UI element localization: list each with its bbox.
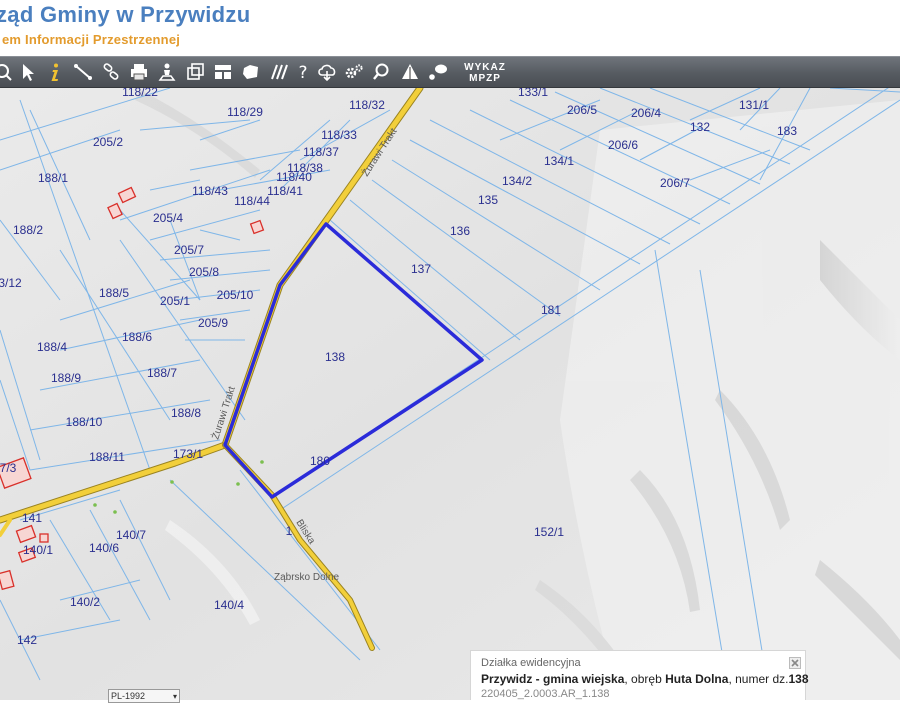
parcel-label: 140/1 — [23, 543, 53, 557]
shape-icon[interactable] — [240, 61, 262, 83]
parcel-label: 205/9 — [198, 316, 228, 330]
parcel-label: 142 — [17, 633, 37, 647]
parcel-label: 206/7 — [660, 176, 690, 190]
info-icon[interactable] — [44, 61, 66, 83]
parcel-label: 132 — [690, 120, 710, 134]
parcel-label: 188/8 — [171, 406, 201, 420]
hatch-icon[interactable] — [268, 61, 290, 83]
app-header: ząd Gminy w Przywidzu em Informacji Prze… — [0, 0, 900, 56]
parcel-label: 137 — [411, 262, 431, 276]
comment-icon[interactable] — [427, 61, 449, 83]
parcel-label: 205/7 — [174, 243, 204, 257]
parcel-label: 131/1 — [739, 98, 769, 112]
parcel-label: 140/4 — [214, 598, 244, 612]
info-gmina: Przywidz - gmina wiejska — [481, 672, 625, 686]
parcel-label: 140/7 — [116, 528, 146, 542]
parcel-label: 118/22 — [122, 88, 158, 99]
parcel-label: 118/33 — [321, 128, 357, 142]
parcel-label: 118/37 — [303, 145, 339, 159]
parcel-label: 188/1 — [38, 171, 68, 185]
parcel-label: 205/1 — [160, 294, 190, 308]
parcel-label: 141 — [22, 511, 42, 525]
map-canvas[interactable]: 118/22 118/29 118/32 133/1 206/5 206/4 131/1 18… — [0, 88, 900, 700]
crs-select[interactable]: PL-1992 ▾ — [108, 689, 180, 703]
pointer-icon[interactable] — [17, 61, 39, 83]
parcel-label: 183 — [777, 124, 797, 138]
identify-icon[interactable] — [156, 61, 178, 83]
map-toolbar: ? WYKAZ MPZP — [0, 56, 900, 88]
mpzp-label: MPZP — [469, 73, 501, 84]
link-icon[interactable] — [100, 61, 122, 83]
parcel-label: 118/43 — [192, 184, 228, 198]
parcel-label: 3/12 — [0, 276, 22, 290]
info-obreb: Huta Dolna — [665, 672, 729, 686]
parcel-label: 7/3 — [0, 461, 17, 475]
parcel-label: 1 — [286, 524, 293, 538]
parcel-label: 206/4 — [631, 106, 661, 120]
chevron-down-icon: ▾ — [172, 691, 177, 701]
close-icon[interactable] — [789, 656, 801, 669]
settings-icon[interactable] — [343, 61, 365, 83]
wykaz-mpzp-button[interactable]: WYKAZ MPZP — [458, 60, 512, 86]
search-icon[interactable] — [371, 61, 393, 83]
parcel-label: 140/6 — [89, 541, 119, 555]
parcel-label: 205/10 — [217, 288, 254, 302]
parcel-label: 188/7 — [147, 366, 177, 380]
parcel-label: 118/40 — [276, 170, 312, 184]
svg-text:?: ? — [298, 63, 307, 82]
info-panel-header: Działka ewidencyjna — [481, 657, 581, 669]
layout-icon[interactable] — [212, 61, 234, 83]
zoom-icon[interactable] — [0, 61, 14, 83]
info-obreb-prefix: , obręb — [624, 672, 666, 686]
parcel-label: 135 — [478, 193, 498, 207]
parcel-label: 138 — [325, 350, 345, 364]
parcel-label: 118/32 — [349, 98, 385, 112]
parcel-label: 118/44 — [234, 194, 270, 208]
parcel-label: 205/2 — [93, 135, 123, 149]
parcel-label: 134/1 — [544, 154, 574, 168]
header-subtitle: em Informacji Przestrzennej — [2, 32, 181, 47]
info-numer: 138 — [788, 672, 809, 686]
parcel-label: 152/1 — [534, 525, 564, 539]
parcel-label: 181 — [541, 303, 561, 317]
parcel-label: 136 — [450, 224, 470, 238]
parcel-label: 205/4 — [153, 211, 183, 225]
header-title: ząd Gminy w Przywidzu — [0, 2, 251, 27]
info-parcel-identifier: 220405_2.0003.AR_1.138 — [481, 688, 610, 700]
parcel-label: 206/5 — [567, 103, 597, 117]
cloud-download-icon[interactable] — [316, 61, 338, 83]
help-icon[interactable]: ? — [292, 61, 314, 83]
measure-line-icon[interactable] — [72, 61, 94, 83]
wykaz-label: WYKAZ — [464, 62, 506, 73]
parcel-label: 180 — [310, 454, 330, 468]
parcel-label: 188/9 — [51, 371, 81, 385]
parcel-label: 206/6 — [608, 138, 638, 152]
parcel-label: 118/41 — [267, 184, 303, 198]
place-label: Ząbrsko Dolne — [274, 572, 339, 583]
scale-icon[interactable] — [399, 61, 421, 83]
parcel-label: 188/10 — [66, 415, 103, 429]
parcel-label: 188/2 — [13, 223, 43, 237]
parcel-label: 118/29 — [227, 105, 263, 119]
parcel-label: 173/1 — [173, 447, 203, 461]
parcel-label: 205/8 — [189, 265, 219, 279]
parcel-label: 188/11 — [89, 450, 125, 464]
parcel-info-panel: Działka ewidencyjna Przywidz - gmina wie… — [470, 650, 809, 700]
map-view[interactable]: 118/22 118/29 118/32 133/1 206/5 206/4 131/1 18… — [0, 88, 900, 700]
parcel-label: 188/4 — [37, 340, 67, 354]
parcel-label: 133/1 — [518, 88, 548, 99]
export-icon[interactable] — [184, 61, 206, 83]
info-panel-body: Przywidz - gmina wiejska, obręb Huta Dol… — [481, 672, 809, 686]
info-numer-prefix: , numer dz. — [728, 672, 789, 686]
building — [39, 533, 49, 543]
parcel-label: 188/5 — [99, 286, 129, 300]
parcel-label: 188/6 — [122, 330, 152, 344]
parcel-label: 140/2 — [70, 595, 100, 609]
print-icon[interactable] — [128, 61, 150, 83]
parcel-label: 134/2 — [502, 174, 532, 188]
